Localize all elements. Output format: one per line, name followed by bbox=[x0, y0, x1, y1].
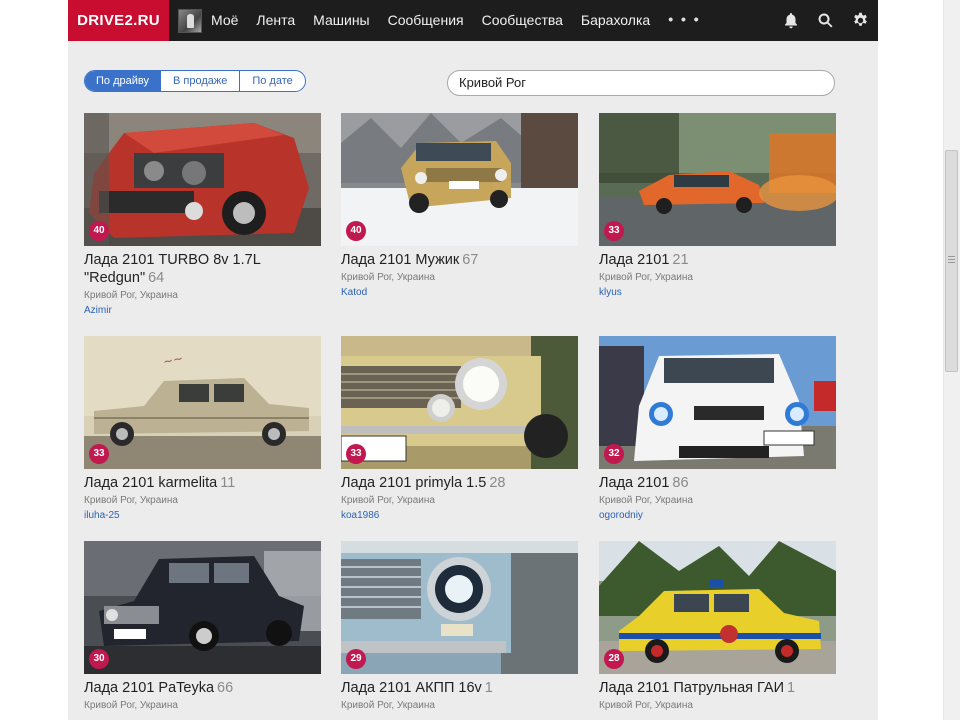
car-card[interactable]: 32 Лада 2101 86 Кривой Рог, Украина ogoro… bbox=[599, 336, 836, 522]
car-title-text[interactable]: Лада 2101 TURBO 8v 1.7L "Redgun" bbox=[84, 252, 260, 286]
nav-item-soobshchestva[interactable]: Сообщества bbox=[473, 0, 572, 41]
drive-badge: 32 bbox=[604, 444, 624, 464]
drive-badge: 40 bbox=[89, 221, 109, 241]
car-photo[interactable]: 33 bbox=[599, 113, 836, 246]
car-count: 11 bbox=[220, 475, 236, 491]
owner-link[interactable]: klyus bbox=[599, 287, 836, 299]
car-title-text[interactable]: Лада 2101 Мужик bbox=[341, 252, 459, 268]
car-title[interactable]: Лада 2101 karmelita 11 bbox=[84, 474, 321, 492]
owner-link[interactable]: koa1986 bbox=[341, 510, 578, 522]
drive-badge: 33 bbox=[604, 221, 624, 241]
car-title[interactable]: Лада 2101 primyla 1.5 28 bbox=[341, 474, 578, 492]
owner-link[interactable]: ogorodniy bbox=[599, 510, 836, 522]
header-icons bbox=[773, 0, 878, 41]
car-title[interactable]: Лада 2101 PaTeyka 66 bbox=[84, 679, 321, 697]
gear-icon[interactable] bbox=[843, 0, 878, 41]
top-navigation-bar: DRIVE2.RU Моё Лента Машины Сообщения Соо… bbox=[68, 0, 878, 41]
owner-link[interactable]: Azimir bbox=[84, 305, 321, 317]
nav-item-moe[interactable]: Моё bbox=[202, 0, 247, 41]
drive-badge: 29 bbox=[346, 649, 366, 669]
car-location: Кривой Рог, Украина bbox=[341, 272, 435, 283]
car-count: 86 bbox=[672, 475, 689, 491]
car-photo[interactable]: 30 bbox=[84, 541, 321, 674]
search-icon[interactable] bbox=[808, 0, 843, 41]
car-count: 67 bbox=[462, 252, 479, 268]
car-photo[interactable]: ~~ 33 bbox=[84, 336, 321, 469]
owner-link[interactable]: iluha-25 bbox=[84, 510, 321, 522]
car-card[interactable]: 40 Лада 2101 TURBO 8v 1.7L "Redgun" 64 Кр… bbox=[84, 113, 321, 317]
car-count: 66 bbox=[217, 680, 234, 696]
car-title-text[interactable]: Лада 2101 АКПП 16v bbox=[341, 680, 482, 696]
car-title[interactable]: Лада 2101 АКПП 16v 1 bbox=[341, 679, 578, 697]
car-location: Кривой Рог, Украина bbox=[341, 495, 435, 506]
site-logo[interactable]: DRIVE2.RU bbox=[68, 0, 169, 41]
user-avatar[interactable] bbox=[178, 8, 202, 33]
car-card[interactable]: ~~ 33 Лада 2101 karmelita 11 Кривой Рог, … bbox=[84, 336, 321, 522]
nav-item-lenta[interactable]: Лента bbox=[247, 0, 304, 41]
car-title-text[interactable]: Лада 2101 bbox=[599, 252, 669, 268]
car-title-text[interactable]: Лада 2101 karmelita bbox=[84, 475, 217, 491]
owner-link[interactable]: Katod bbox=[341, 287, 578, 299]
car-title-text[interactable]: Лада 2101 Патрульная ГАИ bbox=[599, 680, 784, 696]
drive-badge: 33 bbox=[89, 444, 109, 464]
drive-badge: 28 bbox=[604, 649, 624, 669]
car-card[interactable]: 40 Лада 2101 Мужик 67 Кривой Рог, Украина… bbox=[341, 113, 578, 299]
drive-badge: 30 bbox=[89, 649, 109, 669]
car-count: 1 bbox=[787, 680, 796, 696]
car-title[interactable]: Лада 2101 21 bbox=[599, 251, 836, 269]
tab-po-drayvu[interactable]: По драйву bbox=[85, 71, 160, 91]
car-location: Кривой Рог, Украина bbox=[84, 700, 178, 711]
nav-more-button[interactable]: • • • bbox=[659, 0, 709, 41]
tab-po-date[interactable]: По дате bbox=[239, 71, 304, 91]
car-card[interactable]: 28 Лада 2101 Патрульная ГАИ 1 Кривой Рог,… bbox=[599, 541, 836, 712]
car-location: Кривой Рог, Украина bbox=[84, 495, 178, 506]
car-title[interactable]: Лада 2101 TURBO 8v 1.7L "Redgun" 64 bbox=[84, 251, 321, 287]
car-title-text[interactable]: Лада 2101 PaTeyka bbox=[84, 680, 214, 696]
car-count: 1 bbox=[484, 680, 493, 696]
nav-item-soobshcheniya[interactable]: Сообщения bbox=[379, 0, 473, 41]
car-count: 28 bbox=[489, 475, 506, 491]
car-title[interactable]: Лада 2101 Патрульная ГАИ 1 bbox=[599, 679, 836, 697]
car-location: Кривой Рог, Украина bbox=[599, 495, 693, 506]
car-photo[interactable]: 33 bbox=[341, 336, 578, 469]
nav-item-mashiny[interactable]: Машины bbox=[304, 0, 378, 41]
car-photo[interactable]: 32 bbox=[599, 336, 836, 469]
car-photo[interactable]: 40 bbox=[84, 113, 321, 246]
page: DRIVE2.RU Моё Лента Машины Сообщения Соо… bbox=[0, 0, 960, 720]
scrollbar-grip-icon bbox=[948, 256, 955, 263]
car-location: Кривой Рог, Украина bbox=[84, 290, 178, 301]
sort-tabs: По драйву В продаже По дате bbox=[84, 70, 306, 92]
car-count: 21 bbox=[672, 252, 689, 268]
car-title-text[interactable]: Лада 2101 primyla 1.5 bbox=[341, 475, 486, 491]
car-photo[interactable]: 40 bbox=[341, 113, 578, 246]
car-card[interactable]: 33 Лада 2101 primyla 1.5 28 Кривой Рог, У… bbox=[341, 336, 578, 522]
main-nav: Моё Лента Машины Сообщения Сообщества Ба… bbox=[202, 0, 710, 41]
tab-v-prodazhe[interactable]: В продаже bbox=[159, 71, 239, 91]
car-card[interactable]: 30 Лада 2101 PaTeyka 66 Кривой Рог, Украи… bbox=[84, 541, 321, 712]
nav-item-barakholka[interactable]: Барахолка bbox=[572, 0, 659, 41]
drive-badge: 40 bbox=[346, 221, 366, 241]
car-count: 64 bbox=[148, 270, 165, 286]
car-title[interactable]: Лада 2101 Мужик 67 bbox=[341, 251, 578, 269]
bell-icon[interactable] bbox=[773, 0, 808, 41]
car-location: Кривой Рог, Украина bbox=[599, 700, 693, 711]
car-location: Кривой Рог, Украина bbox=[599, 272, 693, 283]
drive-badge: 33 bbox=[346, 444, 366, 464]
city-search-input[interactable]: Кривой Рог bbox=[447, 70, 835, 96]
car-photo[interactable]: 29 bbox=[341, 541, 578, 674]
car-location: Кривой Рог, Украина bbox=[341, 700, 435, 711]
car-photo[interactable]: 28 bbox=[599, 541, 836, 674]
car-card[interactable]: 33 Лада 2101 21 Кривой Рог, Украина klyus bbox=[599, 113, 836, 299]
car-card[interactable]: 29 Лада 2101 АКПП 16v 1 Кривой Рог, Украи… bbox=[341, 541, 578, 712]
car-title-text[interactable]: Лада 2101 bbox=[599, 475, 669, 491]
car-title[interactable]: Лада 2101 86 bbox=[599, 474, 836, 492]
